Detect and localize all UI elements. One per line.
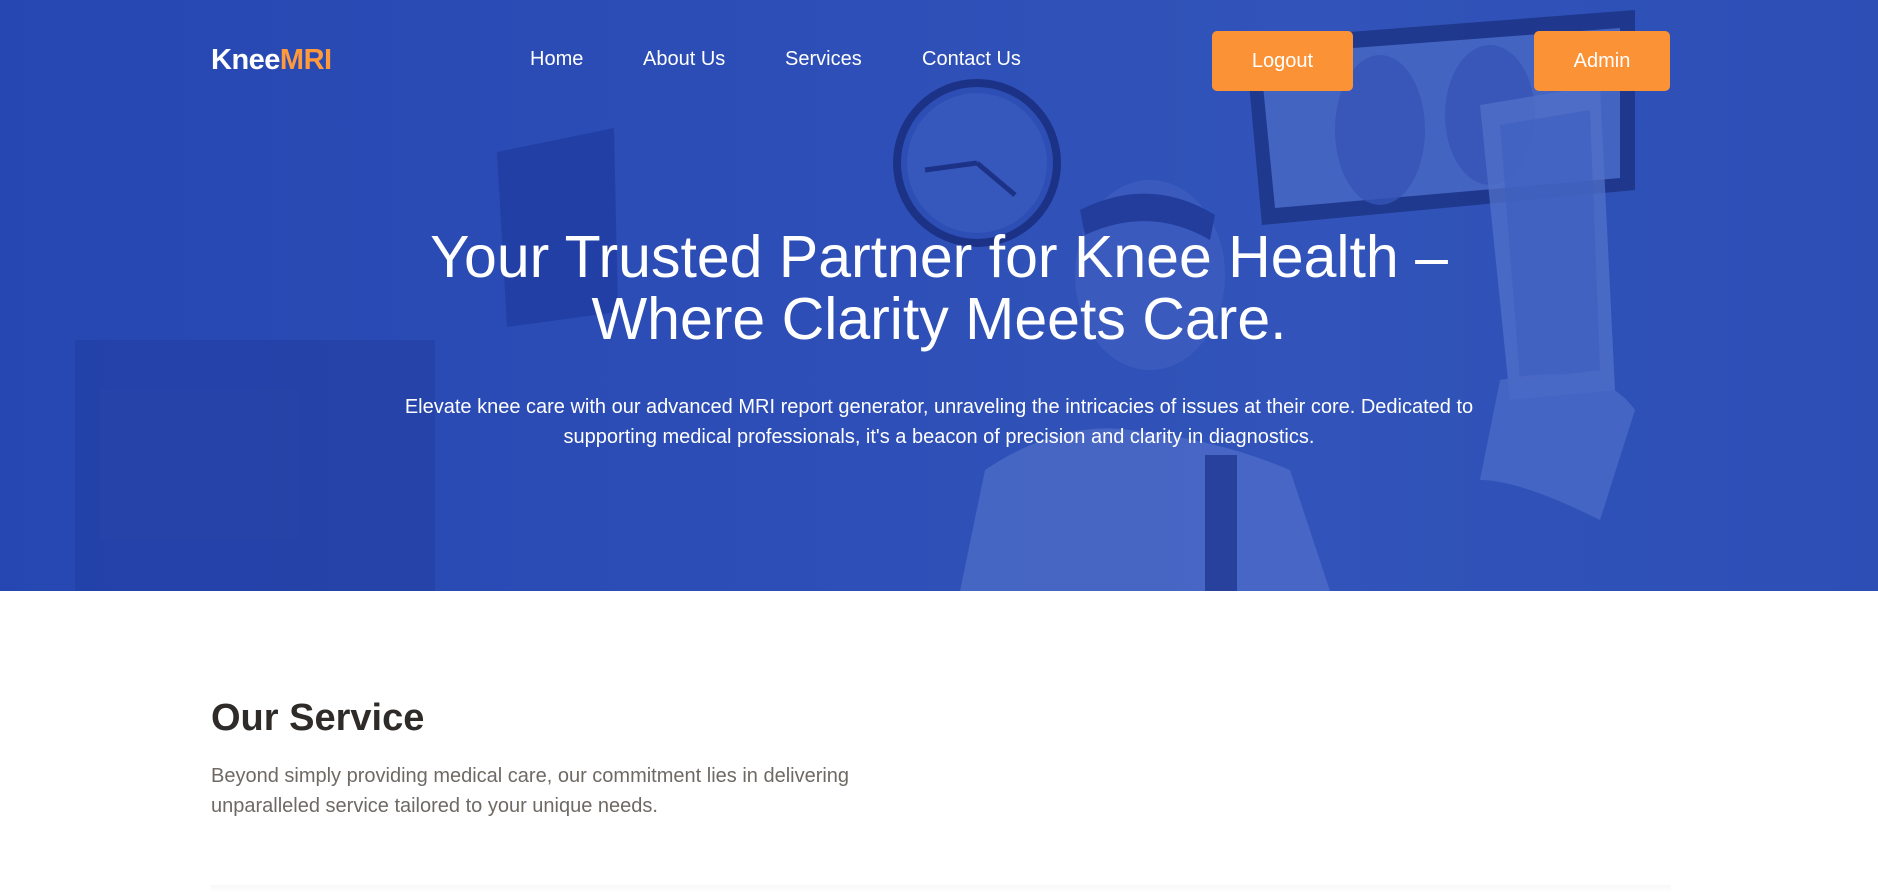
nav-contact-us[interactable]: Contact Us <box>922 48 1021 71</box>
services-title: Our Service <box>211 697 425 739</box>
nav-services[interactable]: Services <box>785 48 862 71</box>
brand-logo[interactable]: KneeMRI <box>211 44 332 77</box>
hero-subtitle: Elevate knee care with our advanced MRI … <box>404 396 1474 448</box>
card-row-edge <box>211 885 1671 893</box>
services-subtitle: Beyond simply providing medical care, ou… <box>211 765 850 817</box>
logo-text-mri: MRI <box>279 44 332 76</box>
nav-about-us[interactable]: About Us <box>643 48 725 71</box>
hero-title: Your Trusted Partner for Knee Health – W… <box>430 224 1448 352</box>
hero-section: KneeMRI Home About Us Services Contact U… <box>0 0 1878 591</box>
logo-text-knee: Knee <box>211 44 280 76</box>
logout-button[interactable]: Logout <box>1212 31 1353 91</box>
admin-button[interactable]: Admin <box>1534 31 1670 91</box>
nav-home[interactable]: Home <box>530 48 583 71</box>
